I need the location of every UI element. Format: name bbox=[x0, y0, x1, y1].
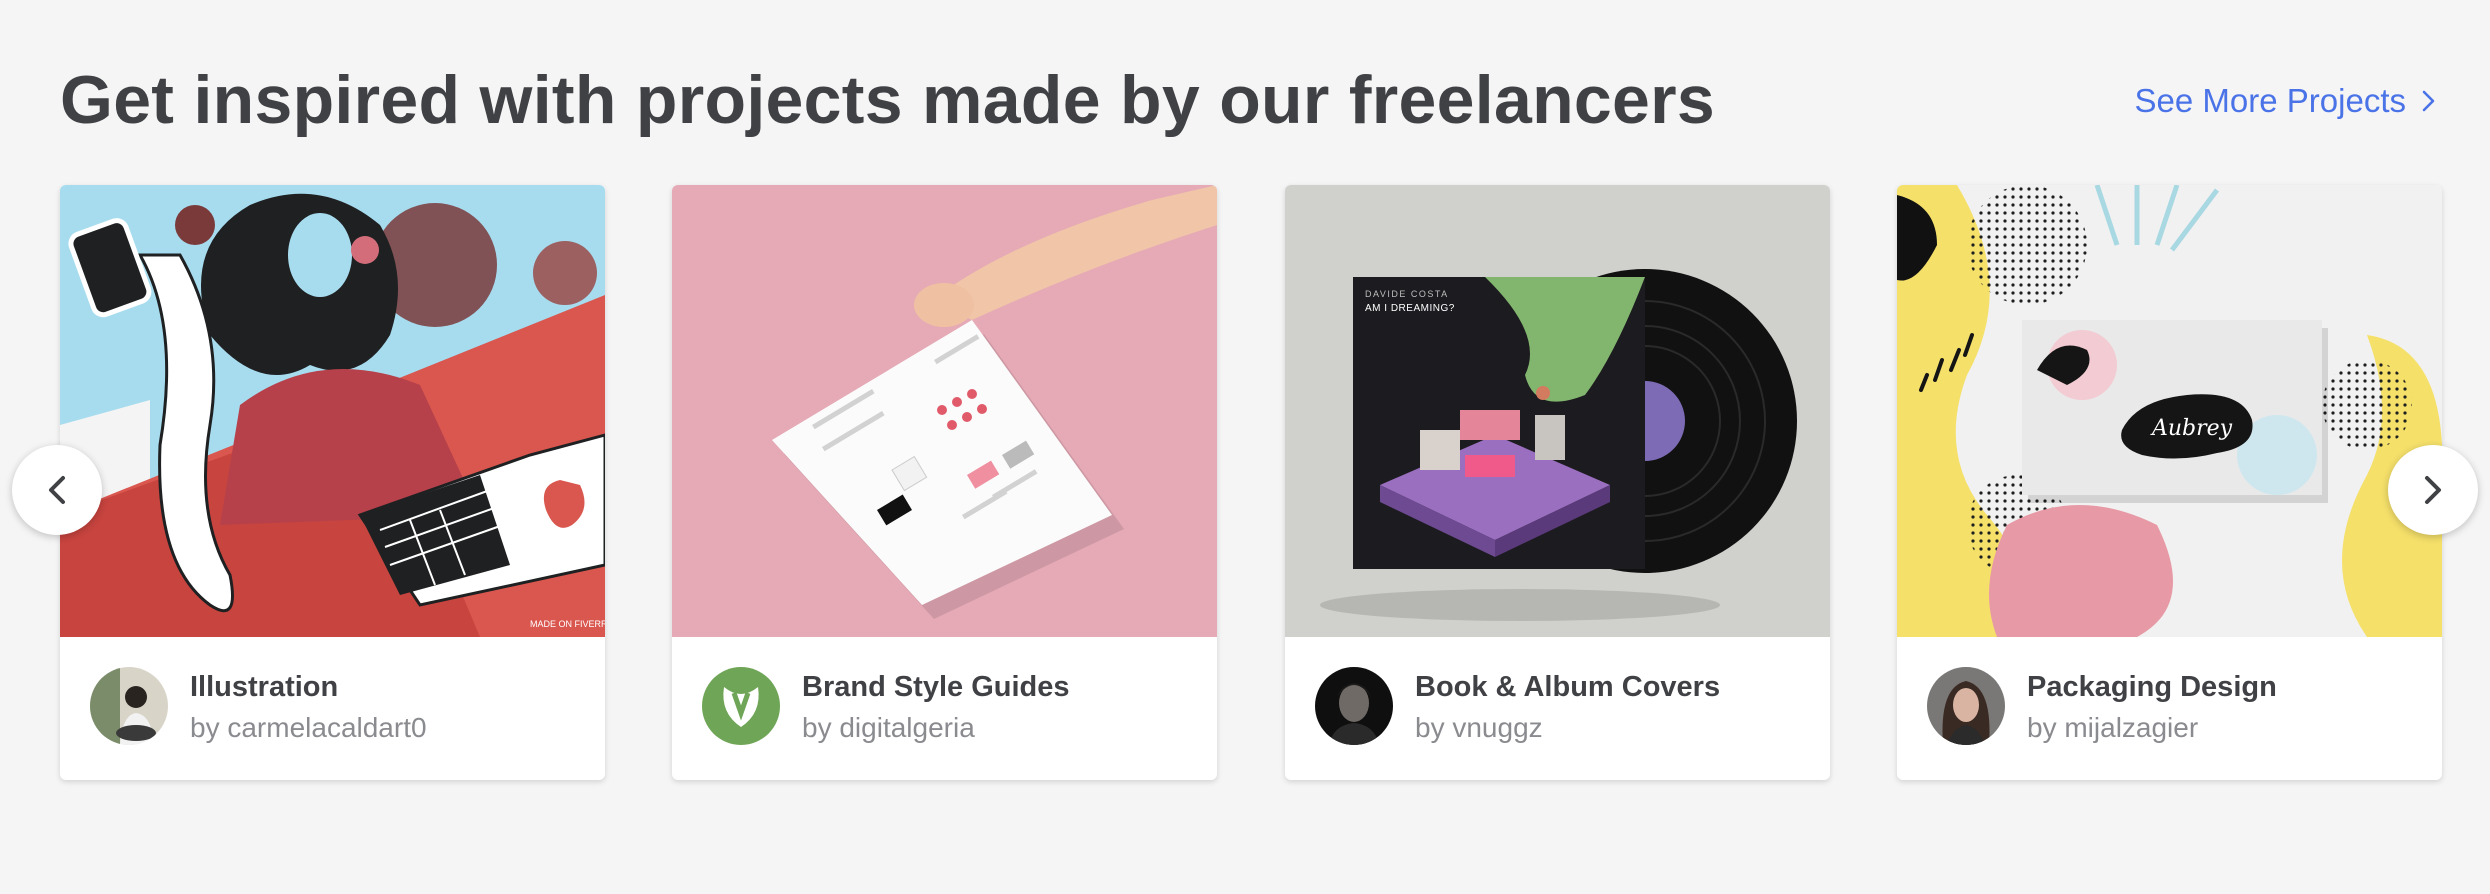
avatar[interactable] bbox=[1927, 667, 2005, 745]
chevron-left-icon bbox=[46, 474, 68, 506]
project-info: Illustration by carmelacaldart0 bbox=[60, 637, 605, 780]
project-category[interactable]: Illustration bbox=[190, 671, 338, 704]
chevron-right-icon bbox=[2422, 89, 2436, 113]
project-thumbnail[interactable]: DAVIDE COSTA AM I DREAMING? bbox=[1285, 185, 1830, 637]
project-category[interactable]: Brand Style Guides bbox=[802, 671, 1070, 704]
project-author[interactable]: by carmelacaldart0 bbox=[190, 712, 427, 744]
see-more-label: See More Projects bbox=[2134, 82, 2406, 119]
package-text: Aubrey bbox=[2150, 416, 2233, 441]
carousel-next-button[interactable] bbox=[2388, 445, 2478, 535]
projects-section: Get inspired with projects made by our f… bbox=[0, 0, 2490, 894]
project-category[interactable]: Book & Album Covers bbox=[1415, 671, 1720, 704]
project-author[interactable]: by vnuggz bbox=[1415, 712, 1543, 744]
see-more-projects-link[interactable]: See More Projects bbox=[2135, 82, 2436, 120]
project-card-packaging-design[interactable]: Aubrey Packaging Design by mijalzagier bbox=[1897, 185, 2442, 780]
project-category[interactable]: Packaging Design bbox=[2027, 671, 2277, 704]
project-thumbnail[interactable]: MADE ON FIVERR bbox=[60, 185, 605, 637]
project-thumbnail[interactable]: Aubrey bbox=[1897, 185, 2442, 637]
avatar[interactable] bbox=[90, 667, 168, 745]
project-card-brand-style-guides[interactable]: Brand Style Guides by digitalgeria bbox=[672, 185, 1217, 780]
project-author[interactable]: by digitalgeria bbox=[802, 712, 975, 744]
avatar[interactable] bbox=[1315, 667, 1393, 745]
project-thumbnail[interactable] bbox=[672, 185, 1217, 637]
project-card-book-album-covers[interactable]: DAVIDE COSTA AM I DREAMING? Book & Album… bbox=[1285, 185, 1830, 780]
album-artist: DAVIDE COSTA bbox=[1365, 289, 1449, 299]
project-info: Brand Style Guides by digitalgeria bbox=[672, 637, 1217, 780]
watermark-text: MADE ON FIVERR bbox=[530, 619, 605, 629]
carousel-prev-button[interactable] bbox=[12, 445, 102, 535]
avatar[interactable] bbox=[702, 667, 780, 745]
project-info: Book & Album Covers by vnuggz bbox=[1285, 637, 1830, 780]
project-author[interactable]: by mijalzagier bbox=[2027, 712, 2198, 744]
album-title: AM I DREAMING? bbox=[1365, 303, 1455, 314]
section-title: Get inspired with projects made by our f… bbox=[60, 62, 1716, 138]
project-card-illustration[interactable]: MADE ON FIVERR Illustration by carmelaca… bbox=[60, 185, 605, 780]
project-info: Packaging Design by mijalzagier bbox=[1897, 637, 2442, 780]
chevron-right-icon bbox=[2422, 474, 2444, 506]
